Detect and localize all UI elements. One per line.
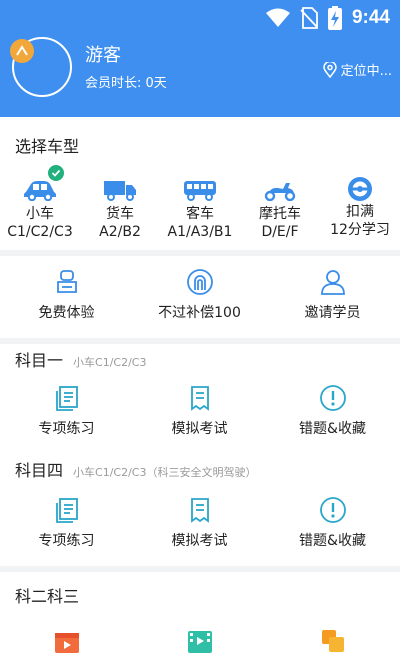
bus-icon [184, 181, 216, 201]
subject1-mistakes-button[interactable]: 错题&收藏 [266, 384, 399, 438]
vehicle-bus-classes: A1/A3/B1 [167, 224, 233, 240]
subject23-layers-button[interactable] [266, 628, 399, 654]
no-sim-icon [300, 7, 318, 29]
shield-lock-icon [186, 269, 213, 295]
subject4-title: 科目四 小车C1/C2/C3（科三安全文明驾驶） [15, 457, 256, 481]
refund-guarantee-button[interactable]: 不过补偿100 [133, 268, 266, 322]
location-pin-icon [322, 61, 337, 78]
vehicle-motorcycle-name: 摩托车 [259, 206, 301, 222]
member-time: 会员时长: 0天 [85, 76, 167, 91]
free-trial-label: 免费体验 [38, 305, 95, 321]
subject4-practice-button[interactable]: 专项练习 [0, 496, 133, 550]
refund-guarantee-label: 不过补偿100 [158, 305, 241, 321]
subject4-title-text: 科目四 [15, 461, 64, 480]
car-seat-icon [56, 270, 77, 293]
motorcycle-icon [264, 183, 296, 201]
subject23-film-button[interactable] [133, 628, 266, 654]
subject1-subtitle: 小车C1/C2/C3 [73, 356, 147, 369]
vehicle-car-name: 小车 [26, 206, 54, 222]
subject1-mistakes-label: 错题&收藏 [299, 421, 366, 437]
video-clapper-icon [54, 633, 79, 653]
invite-student-label: 邀请学员 [304, 305, 361, 321]
subject1-title: 科目一 小车C1/C2/C3 [15, 347, 146, 371]
user-icon [320, 270, 345, 295]
user-name[interactable]: 游客 [85, 41, 121, 67]
vehicle-bus[interactable]: 客车 A1/A3/B1 [160, 179, 240, 241]
subject23-title: 科二科三 [15, 587, 80, 606]
vehicle-points-study[interactable]: 扣满 12分学习 [320, 175, 400, 239]
subjects-section: 科目一 小车C1/C2/C3 专项练习 模拟考试 错题&收藏 科目四 小车C1/C2… [0, 344, 400, 566]
vehicle-points-study-classes: 12分学习 [330, 222, 390, 238]
vehicle-points-study-name: 扣满 [346, 204, 374, 220]
location-text: 定位中... [340, 64, 392, 79]
subject23-video-button[interactable] [0, 628, 133, 654]
subject1-practice-label: 专项练习 [38, 421, 95, 437]
subject1-title-text: 科目一 [15, 351, 64, 370]
steering-wheel-icon [348, 177, 372, 201]
battery-charging-icon [327, 6, 342, 30]
layers-icon [321, 630, 344, 652]
vehicle-section: 选择车型 小车 C1/C2/C3 货车 A2/B2 客车 A1/A3/B1 摩托车 D/… [0, 117, 400, 250]
wifi-icon [265, 8, 290, 27]
practice-doc-icon [55, 498, 78, 523]
truck-icon [104, 181, 136, 201]
status-bar: 9:44 [265, 6, 390, 30]
perks-section: 免费体验 不过补偿100 邀请学员 [0, 256, 400, 338]
subject4-mistakes-button[interactable]: 错题&收藏 [266, 496, 399, 550]
vehicle-truck-classes: A2/B2 [99, 224, 141, 240]
exam-paper-icon [190, 498, 209, 523]
subject4-mock-exam-label: 模拟考试 [171, 533, 228, 549]
car-icon [24, 181, 56, 201]
avatar-badge-icon [10, 39, 34, 63]
subject4-mistakes-label: 错题&收藏 [299, 533, 366, 549]
subject4-subtitle: 小车C1/C2/C3（科三安全文明驾驶） [73, 466, 257, 479]
subject1-mock-exam-button[interactable]: 模拟考试 [133, 384, 266, 438]
exclamation-circle-icon [319, 497, 346, 523]
subject1-mock-exam-label: 模拟考试 [171, 421, 228, 437]
vehicle-motorcycle[interactable]: 摩托车 D/E/F [240, 179, 320, 241]
invite-student-button[interactable]: 邀请学员 [266, 268, 399, 322]
vehicle-truck[interactable]: 货车 A2/B2 [80, 179, 160, 241]
vehicle-car-classes: C1/C2/C3 [7, 224, 73, 240]
exclamation-circle-icon [319, 385, 346, 411]
vehicle-car[interactable]: 小车 C1/C2/C3 [0, 165, 80, 241]
selected-check-icon [48, 165, 64, 181]
film-icon [187, 631, 212, 653]
subject1-practice-button[interactable]: 专项练习 [0, 384, 133, 438]
vehicle-section-title: 选择车型 [15, 137, 80, 156]
status-time: 9:44 [351, 7, 390, 28]
location-button[interactable]: 定位中... [322, 60, 392, 79]
profile-header: 9:44 游客 会员时长: 0天 定位中... [0, 0, 400, 117]
exam-paper-icon [190, 386, 209, 411]
practice-doc-icon [55, 386, 78, 411]
vehicle-truck-name: 货车 [106, 206, 134, 222]
subject4-practice-label: 专项练习 [38, 533, 95, 549]
subject23-section: 科二科三 [0, 572, 400, 660]
vehicle-motorcycle-classes: D/E/F [261, 224, 299, 240]
vehicle-bus-name: 客车 [186, 206, 214, 222]
free-trial-button[interactable]: 免费体验 [0, 268, 133, 322]
subject4-mock-exam-button[interactable]: 模拟考试 [133, 496, 266, 550]
